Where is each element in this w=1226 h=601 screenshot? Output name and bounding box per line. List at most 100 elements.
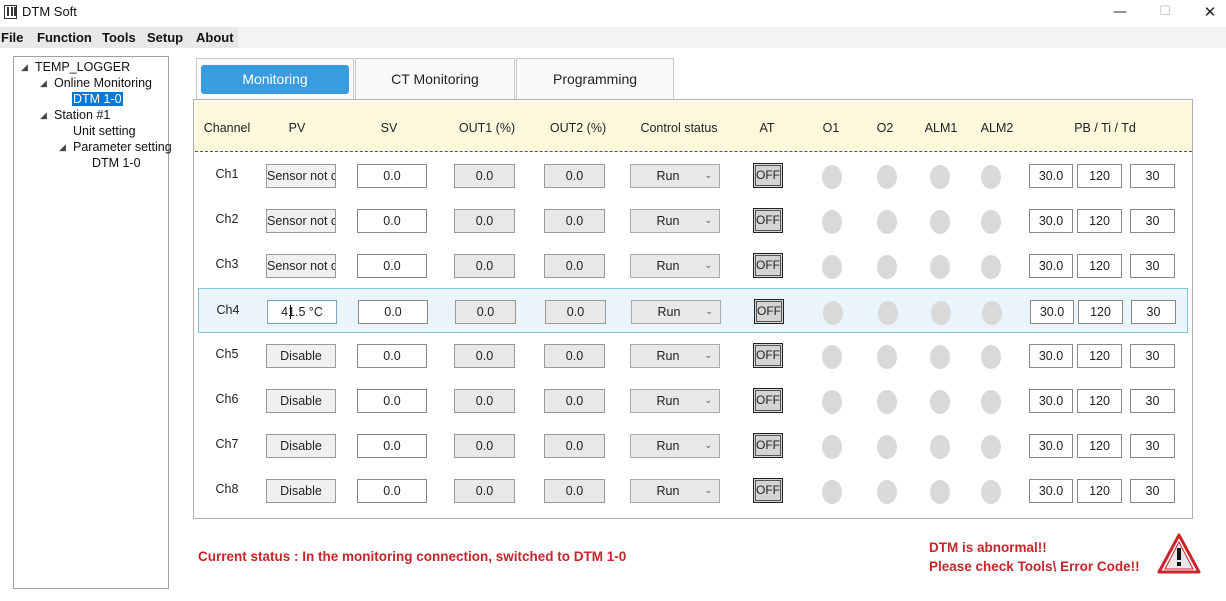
sv-input[interactable]: 0.0 xyxy=(357,164,427,188)
pv-field[interactable]: Disable xyxy=(266,479,336,503)
pb-input[interactable]: 30.0 xyxy=(1029,164,1073,188)
ti-input[interactable]: 120 xyxy=(1077,479,1122,503)
table-row[interactable]: Ch8 Disable 0.0 0.0 0.0 Run ⌄ OFF 30.0 120 30 xyxy=(198,468,1188,513)
sv-input[interactable]: 0.0 xyxy=(357,479,427,503)
at-toggle-button[interactable]: OFF xyxy=(753,208,783,233)
sv-input[interactable]: 0.0 xyxy=(357,389,427,413)
table-row[interactable]: Ch3 Sensor not c 0.0 0.0 0.0 Run ⌄ OFF 30.0 120 30 xyxy=(198,243,1188,288)
o1-indicator xyxy=(823,301,843,325)
pb-input[interactable]: 30.0 xyxy=(1029,209,1073,233)
chevron-down-icon: ⌄ xyxy=(704,216,712,226)
td-input[interactable]: 30 xyxy=(1130,164,1175,188)
tree-root[interactable]: TEMP_LOGGER xyxy=(35,60,130,74)
ti-input[interactable]: 120 xyxy=(1077,254,1122,278)
ti-input[interactable]: 120 xyxy=(1077,164,1122,188)
chevron-down-icon: ⌄ xyxy=(704,441,712,451)
o2-indicator xyxy=(878,301,898,325)
ti-input[interactable]: 120 xyxy=(1078,300,1123,324)
menu-file[interactable]: File xyxy=(1,30,23,45)
maximize-button[interactable]: ☐ xyxy=(1142,0,1188,26)
tree-online-monitoring[interactable]: Online Monitoring xyxy=(54,76,152,90)
table-row[interactable]: Ch7 Disable 0.0 0.0 0.0 Run ⌄ OFF 30.0 120 30 xyxy=(198,423,1188,468)
o2-indicator xyxy=(877,210,897,234)
pb-input[interactable]: 30.0 xyxy=(1030,300,1074,324)
table-row[interactable]: Ch2 Sensor not c 0.0 0.0 0.0 Run ⌄ OFF 30.0 120 30 xyxy=(198,198,1188,243)
at-toggle-button[interactable]: OFF xyxy=(753,253,783,278)
at-toggle-button[interactable]: OFF xyxy=(753,343,783,368)
tree-expand-icon[interactable]: ◢ xyxy=(40,111,47,121)
td-input[interactable]: 30 xyxy=(1130,434,1175,458)
channel-label: Ch6 xyxy=(215,392,239,406)
tab-monitoring[interactable]: Monitoring xyxy=(196,58,354,99)
pb-input[interactable]: 30.0 xyxy=(1029,254,1073,278)
o2-indicator xyxy=(877,165,897,189)
at-toggle-button[interactable]: OFF xyxy=(754,299,784,324)
table-row[interactable]: Ch5 Disable 0.0 0.0 0.0 Run ⌄ OFF 30.0 120 30 xyxy=(198,333,1188,378)
menu-setup[interactable]: Setup xyxy=(147,30,183,45)
tree-expand-icon[interactable]: ◢ xyxy=(59,143,66,153)
control-status-select[interactable]: Run ⌄ xyxy=(630,209,720,233)
pv-field[interactable]: Disable xyxy=(266,434,336,458)
tree-expand-icon[interactable]: ◢ xyxy=(40,79,47,89)
sv-input[interactable]: 0.0 xyxy=(357,434,427,458)
menu-tools[interactable]: Tools xyxy=(102,30,136,45)
pv-field[interactable]: Disable xyxy=(266,344,336,368)
sv-input[interactable]: 0.0 xyxy=(357,254,427,278)
control-status-select[interactable]: Run ⌄ xyxy=(630,479,720,503)
at-toggle-button[interactable]: OFF xyxy=(753,478,783,503)
ti-input[interactable]: 120 xyxy=(1077,344,1122,368)
tree-online-device[interactable]: DTM 1-0 xyxy=(72,92,123,106)
control-status-select[interactable]: Run ⌄ xyxy=(630,389,720,413)
td-input[interactable]: 30 xyxy=(1130,479,1175,503)
menu-function[interactable]: Function xyxy=(37,30,92,45)
pb-input[interactable]: 30.0 xyxy=(1029,389,1073,413)
td-input[interactable]: 30 xyxy=(1130,389,1175,413)
pv-field[interactable]: Sensor not c xyxy=(266,164,336,188)
ti-input[interactable]: 120 xyxy=(1077,209,1122,233)
control-status-select[interactable]: Run ⌄ xyxy=(630,254,720,278)
o1-indicator xyxy=(822,435,842,459)
at-toggle-button[interactable]: OFF xyxy=(753,388,783,413)
td-input[interactable]: 30 xyxy=(1130,254,1175,278)
control-status-select[interactable]: Run ⌄ xyxy=(630,344,720,368)
tab-ct-monitoring[interactable]: CT Monitoring xyxy=(355,58,515,99)
control-status-value: Run xyxy=(656,439,680,453)
tree-unit-setting[interactable]: Unit setting xyxy=(73,124,136,138)
control-status-select[interactable]: Run ⌄ xyxy=(631,300,721,324)
menu-about[interactable]: About xyxy=(196,30,234,45)
pv-field[interactable]: Sensor not c xyxy=(266,209,336,233)
menu-bar: File Function Tools Setup About xyxy=(0,27,1226,48)
channel-label: Ch3 xyxy=(215,257,239,271)
text-cursor-icon xyxy=(290,305,291,319)
tab-programming[interactable]: Programming xyxy=(516,58,674,99)
ti-input[interactable]: 120 xyxy=(1077,434,1122,458)
td-input[interactable]: 30 xyxy=(1130,209,1175,233)
pv-field[interactable]: 41.5 °C xyxy=(267,300,337,324)
pv-field[interactable]: Disable xyxy=(266,389,336,413)
control-status-select[interactable]: Run ⌄ xyxy=(630,164,720,188)
control-status-select[interactable]: Run ⌄ xyxy=(630,434,720,458)
close-button[interactable]: ✕ xyxy=(1187,0,1226,26)
td-input[interactable]: 30 xyxy=(1131,300,1176,324)
ti-input[interactable]: 120 xyxy=(1077,389,1122,413)
table-row[interactable]: Ch4 41.5 °C 0.0 0.0 0.0 Run ⌄ OFF 30.0 120 30 xyxy=(198,288,1188,333)
pb-input[interactable]: 30.0 xyxy=(1029,434,1073,458)
out1-field: 0.0 xyxy=(454,254,515,278)
td-input[interactable]: 30 xyxy=(1130,344,1175,368)
pv-field[interactable]: Sensor not c xyxy=(266,254,336,278)
tree-parameter-setting[interactable]: Parameter setting xyxy=(73,140,172,154)
tree-expand-icon[interactable]: ◢ xyxy=(21,63,28,73)
sv-input[interactable]: 0.0 xyxy=(358,300,428,324)
pb-input[interactable]: 30.0 xyxy=(1029,479,1073,503)
sv-input[interactable]: 0.0 xyxy=(357,344,427,368)
o1-indicator xyxy=(822,480,842,504)
table-row[interactable]: Ch1 Sensor not c 0.0 0.0 0.0 Run ⌄ OFF 30.0 120 30 xyxy=(198,153,1188,198)
pb-input[interactable]: 30.0 xyxy=(1029,344,1073,368)
tree-station[interactable]: Station #1 xyxy=(54,108,110,122)
table-row[interactable]: Ch6 Disable 0.0 0.0 0.0 Run ⌄ OFF 30.0 120 30 xyxy=(198,378,1188,423)
tree-param-device[interactable]: DTM 1-0 xyxy=(92,156,141,170)
at-toggle-button[interactable]: OFF xyxy=(753,433,783,458)
minimize-button[interactable]: — xyxy=(1097,0,1143,26)
at-toggle-button[interactable]: OFF xyxy=(753,163,783,188)
sv-input[interactable]: 0.0 xyxy=(357,209,427,233)
